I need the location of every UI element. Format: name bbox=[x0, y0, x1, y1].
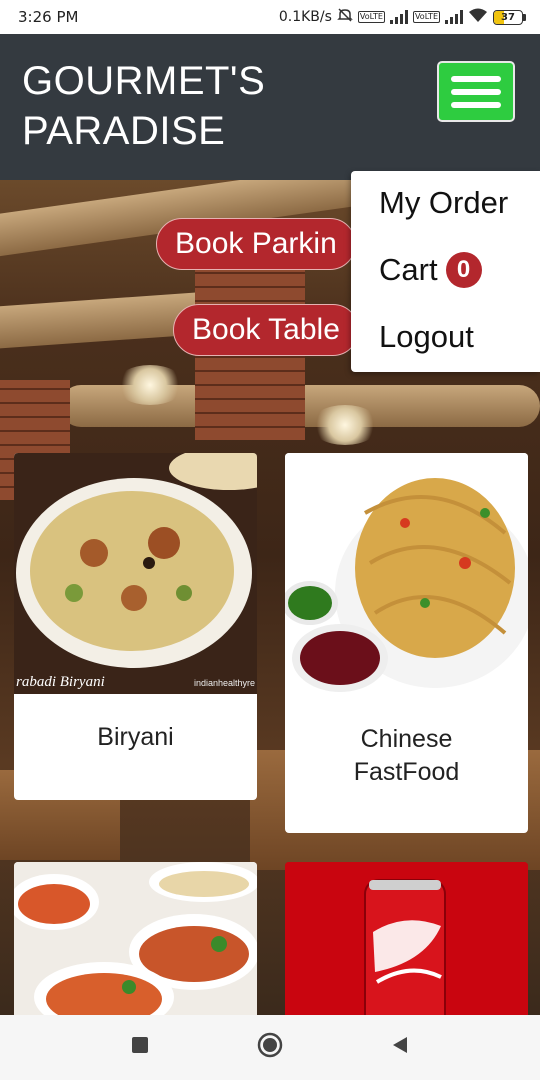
dropdown-menu: My Order Cart 0 Logout bbox=[351, 171, 540, 372]
back-button[interactable] bbox=[380, 1028, 420, 1068]
beverages-image bbox=[285, 862, 528, 1022]
battery-icon: 37 bbox=[493, 9, 526, 25]
triangle-back-icon bbox=[391, 1035, 409, 1060]
my-order-label: My Order bbox=[379, 185, 509, 220]
hamburger-bar bbox=[451, 75, 501, 82]
biryani-image: rabadi Biryani indianhealthyre bbox=[14, 453, 257, 694]
app-title-line1: GOURMET'S bbox=[22, 59, 266, 103]
menu-item-logout[interactable]: Logout bbox=[379, 319, 474, 355]
hamburger-bar bbox=[451, 88, 501, 95]
category-card-curry[interactable] bbox=[14, 862, 257, 1022]
category-card-beverages[interactable] bbox=[285, 862, 528, 1022]
book-parking-button[interactable]: Book Parkin bbox=[156, 218, 356, 270]
biryani-image-credit: indianhealthyre bbox=[194, 678, 255, 688]
recents-button[interactable] bbox=[120, 1028, 160, 1068]
app-title-line2: PARADISE bbox=[22, 109, 226, 153]
home-button[interactable] bbox=[250, 1028, 290, 1068]
signal-icon bbox=[389, 10, 408, 24]
category-label-biryani: Biryani bbox=[97, 723, 174, 751]
category-card-chinese-fastfood[interactable]: Chinese FastFood bbox=[285, 453, 528, 833]
app-title: GOURMET'S PARADISE bbox=[22, 56, 322, 156]
logout-label: Logout bbox=[379, 319, 474, 354]
app-header: GOURMET'S PARADISE bbox=[0, 34, 540, 180]
book-table-button[interactable]: Book Table bbox=[173, 304, 359, 356]
menu-item-cart[interactable]: Cart 0 bbox=[379, 252, 482, 288]
circle-home-icon bbox=[257, 1032, 283, 1063]
status-bar: 3:26 PM 0.1KB/s VoLTE VoLTE 37 bbox=[0, 0, 540, 34]
menu-item-my-order[interactable]: My Order bbox=[379, 185, 508, 221]
wifi-icon bbox=[468, 7, 488, 27]
chinese-fastfood-image bbox=[285, 453, 528, 694]
mute-icon bbox=[337, 7, 353, 27]
hamburger-menu-button[interactable] bbox=[437, 61, 515, 122]
system-navigation-bar bbox=[0, 1015, 540, 1080]
hamburger-bar bbox=[451, 101, 501, 108]
category-label-chinese-fastfood: Chinese FastFood bbox=[353, 725, 460, 786]
status-time: 3:26 PM bbox=[18, 8, 79, 26]
battery-level: 37 bbox=[501, 11, 515, 23]
book-parking-label: Book Parkin bbox=[175, 227, 337, 260]
network-speed: 0.1KB/s bbox=[278, 9, 332, 25]
volte-icon: VoLTE bbox=[412, 11, 440, 23]
category-card-biryani[interactable]: rabadi Biryani indianhealthyre Biryani bbox=[14, 453, 257, 800]
cart-label: Cart bbox=[379, 252, 438, 287]
status-indicators: 0.1KB/s VoLTE VoLTE 37 bbox=[279, 7, 526, 27]
curry-image bbox=[14, 862, 257, 1022]
book-table-label: Book Table bbox=[192, 313, 340, 346]
square-recents-icon bbox=[131, 1036, 149, 1059]
volte-icon: VoLTE bbox=[357, 11, 385, 23]
signal-icon bbox=[445, 10, 463, 24]
cart-count-badge: 0 bbox=[445, 252, 482, 288]
biryani-image-caption: rabadi Biryani bbox=[16, 674, 105, 690]
